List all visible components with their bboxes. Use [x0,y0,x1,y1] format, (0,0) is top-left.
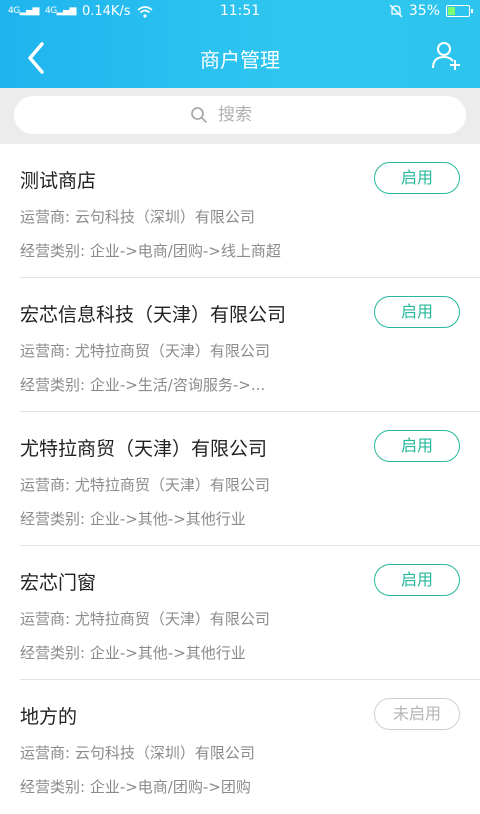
merchant-list: 测试商店 启用 运营商: 云句科技（深圳）有限公司 经营类别: 企业->电商/团… [0,144,480,814]
app-header: 4G▂▄▆ 4G▂▄▆ 0.14K/s 11:51 35% 商户管理 [0,0,480,88]
merchant-category: 经营类别: 企业->电商/团购->团购 [20,778,251,796]
merchant-item[interactable]: 宏芯门窗 启用 运营商: 尤特拉商贸（天津）有限公司 经营类别: 企业->其他-… [0,546,480,680]
search-input[interactable] [216,104,290,126]
merchant-item[interactable]: 尤特拉商贸（天津）有限公司 启用 运营商: 尤特拉商贸（天津）有限公司 经营类别… [0,412,480,546]
merchant-name: 宏芯信息科技（天津）有限公司 [20,304,287,326]
merchant-operator: 运营商: 云句科技（深圳）有限公司 [20,208,255,226]
status-button[interactable]: 启用 [374,564,460,596]
mute-bell-icon [389,4,403,18]
page-title: 商户管理 [200,48,280,72]
search-box[interactable] [14,96,466,134]
merchant-item[interactable]: 测试商店 启用 运营商: 云句科技（深圳）有限公司 经营类别: 企业->电商/团… [0,144,480,278]
add-user-icon [432,42,460,70]
search-bar-container [0,88,480,144]
battery-icon [446,5,473,17]
merchant-operator: 运营商: 尤特拉商贸（天津）有限公司 [20,342,270,360]
merchant-name: 地方的 [20,706,78,728]
battery-level [448,7,455,15]
search-icon [191,107,207,123]
status-button[interactable]: 启用 [374,296,460,328]
status-button[interactable]: 启用 [374,162,460,194]
merchant-category: 经营类别: 企业->其他->其他行业 [20,644,246,662]
status-right: 35% [389,3,473,19]
status-button[interactable]: 未启用 [374,698,460,730]
merchant-item[interactable]: 宏芯信息科技（天津）有限公司 启用 运营商: 尤特拉商贸（天津）有限公司 经营类… [0,278,480,412]
add-merchant-button[interactable] [432,40,462,72]
merchant-operator: 运营商: 尤特拉商贸（天津）有限公司 [20,610,270,628]
status-bar: 4G▂▄▆ 4G▂▄▆ 0.14K/s 11:51 35% [0,0,480,24]
merchant-name: 宏芯门窗 [20,572,97,594]
merchant-operator: 运营商: 尤特拉商贸（天津）有限公司 [20,476,270,494]
merchant-category: 经营类别: 企业->生活/咨询服务->... [20,376,266,394]
merchant-name: 测试商店 [20,170,97,192]
merchant-name: 尤特拉商贸（天津）有限公司 [20,438,268,460]
merchant-category: 经营类别: 企业->其他->其他行业 [20,510,246,528]
merchant-category: 经营类别: 企业->电商/团购->线上商超 [20,242,281,260]
status-button[interactable]: 启用 [374,430,460,462]
merchant-operator: 运营商: 云句科技（深圳）有限公司 [20,744,255,762]
navigation-bar: 商户管理 [0,28,480,88]
battery-percent: 35% [408,3,440,19]
merchant-item[interactable]: 地方的 未启用 运营商: 云句科技（深圳）有限公司 经营类别: 企业->电商/团… [0,680,480,814]
